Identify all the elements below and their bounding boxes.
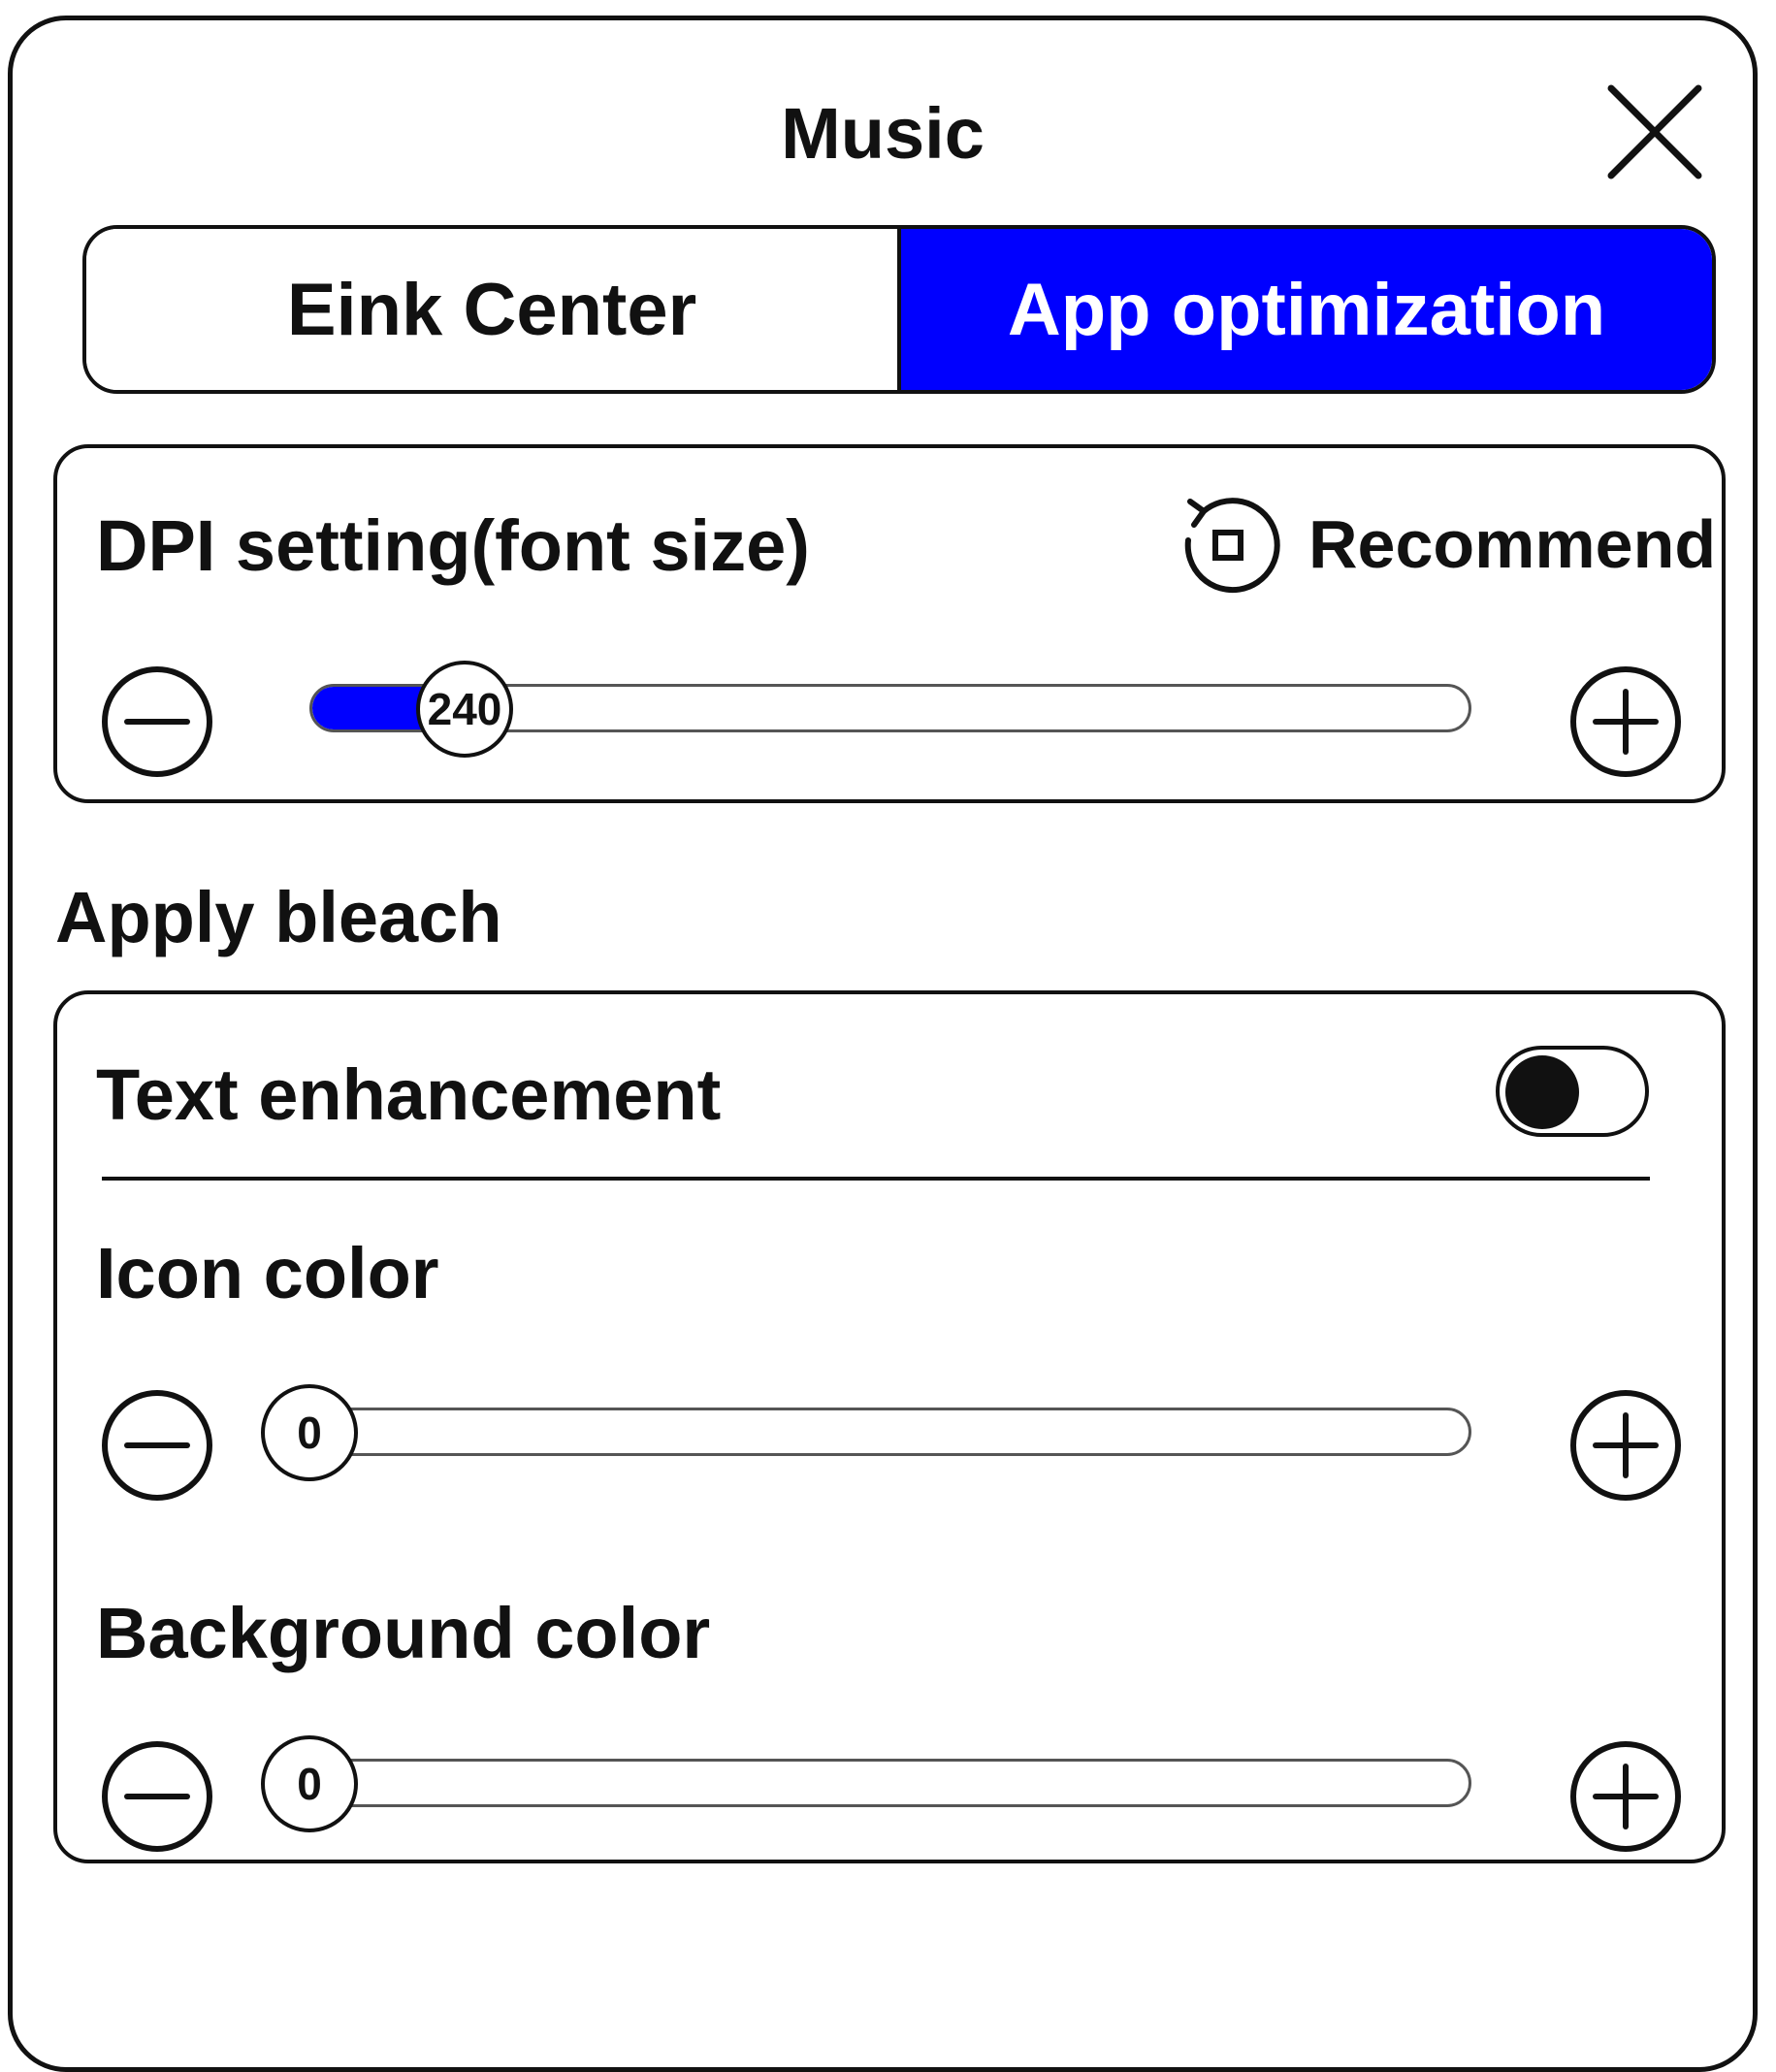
- background-color-label: Background color: [96, 1593, 711, 1673]
- background-color-slider-knob[interactable]: 0: [261, 1735, 358, 1832]
- background-color-increase-button[interactable]: [1568, 1739, 1683, 1854]
- icon-color-decrease-button[interactable]: [100, 1388, 214, 1503]
- tab-app-optimization[interactable]: App optimization: [901, 229, 1712, 390]
- background-color-slider-track[interactable]: [267, 1759, 1471, 1807]
- tab-bar: Eink Center App optimization: [82, 225, 1716, 394]
- dpi-decrease-button[interactable]: [100, 664, 214, 779]
- text-enhancement-toggle[interactable]: [1496, 1046, 1649, 1137]
- icon-color-slider-knob[interactable]: 0: [261, 1384, 358, 1481]
- tab-eink-center[interactable]: Eink Center: [86, 229, 901, 390]
- icon-color-slider-track[interactable]: [267, 1408, 1471, 1456]
- toggle-thumb: [1505, 1055, 1579, 1129]
- background-color-decrease-button[interactable]: [100, 1739, 214, 1854]
- dpi-setting-label: DPI setting(font size): [96, 505, 810, 586]
- plus-circle-icon: [1570, 1390, 1681, 1501]
- plus-circle-icon: [1570, 1741, 1681, 1852]
- dpi-slider-knob[interactable]: 240: [416, 661, 513, 758]
- recommend-button[interactable]: Recommend: [1175, 486, 1716, 602]
- minus-circle-icon: [102, 666, 212, 777]
- app-settings-dialog: Music Eink Center App optimization DPI s…: [8, 16, 1758, 2072]
- minus-circle-icon: [102, 1741, 212, 1852]
- reset-icon: [1184, 498, 1280, 594]
- minus-circle-icon: [102, 1390, 212, 1501]
- icon-color-label: Icon color: [96, 1233, 439, 1313]
- recommend-label: Recommend: [1308, 506, 1717, 582]
- plus-circle-icon: [1570, 666, 1681, 777]
- dpi-increase-button[interactable]: [1568, 664, 1683, 779]
- text-enhancement-label: Text enhancement: [96, 1054, 722, 1135]
- close-button[interactable]: [1603, 81, 1706, 183]
- close-icon: [1607, 84, 1702, 179]
- icon-color-increase-button[interactable]: [1568, 1388, 1683, 1503]
- dialog-title: Music: [781, 93, 985, 174]
- divider: [102, 1177, 1650, 1181]
- apply-bleach-heading: Apply bleach: [55, 877, 502, 957]
